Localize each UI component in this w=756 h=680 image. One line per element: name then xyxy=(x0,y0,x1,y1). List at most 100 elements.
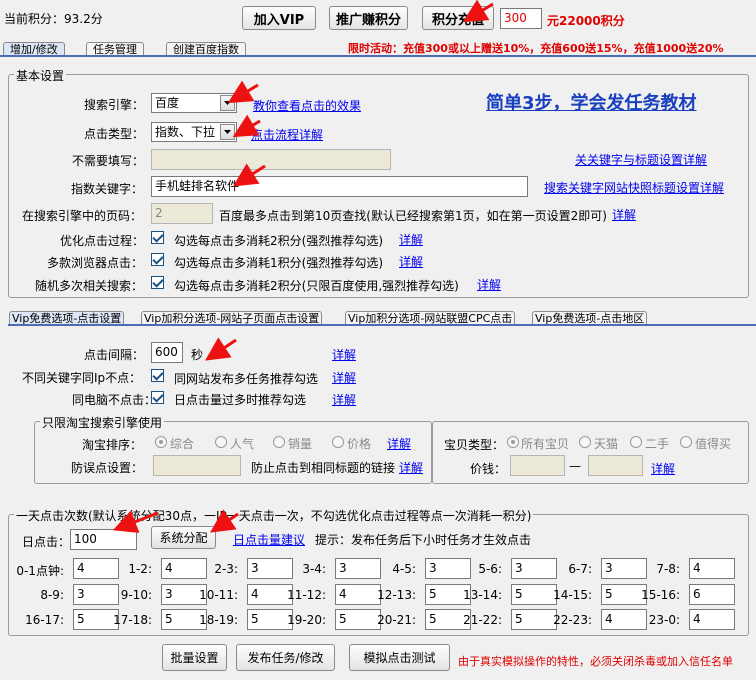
simulate-click-button[interactable]: 模拟点击测试 xyxy=(349,644,450,671)
browser-label: 多款浏览器点击： xyxy=(47,256,144,270)
item-type-label: 宝贝类型： xyxy=(444,438,505,452)
tab-vip-subpage[interactable]: Vip加积分选项-网站子页面点击设置 xyxy=(141,311,323,325)
taobao-sort-label: 淘宝排序： xyxy=(82,438,143,452)
hour-clicks-input[interactable]: 6 xyxy=(689,584,735,605)
hour-label: 8-9: xyxy=(40,588,64,602)
click-type-select[interactable]: 指数、下拉 xyxy=(151,122,237,142)
sort-radio-sales[interactable] xyxy=(273,436,285,448)
optimize-text: 勾选每点击多消耗2积分(强烈推荐勾选) xyxy=(174,234,383,248)
price-detail-link[interactable]: 详解 xyxy=(651,460,675,477)
points-label: 当前积分：93.2分 xyxy=(4,12,103,26)
item-option-tmall: 天猫 xyxy=(594,437,619,451)
join-vip-button[interactable]: 加入VIP xyxy=(242,6,316,30)
misclick-detail-link[interactable]: 详解 xyxy=(399,459,423,476)
hour-label: 22-23: xyxy=(553,613,592,627)
batch-settings-button[interactable]: 批量设置 xyxy=(162,644,227,671)
price-dash: — xyxy=(569,459,581,473)
page-input: 2 xyxy=(151,203,213,224)
tab-vip-region[interactable]: Vip免费选项-点击地区 xyxy=(532,311,648,325)
hour-label: 2-3: xyxy=(214,562,238,576)
click-flow-link[interactable]: 点击流程详解 xyxy=(251,126,323,143)
publish-task-button[interactable]: 发布任务/修改 xyxy=(236,644,335,671)
item-radio-worth-buying[interactable] xyxy=(680,436,692,448)
random-search-checkbox[interactable] xyxy=(151,276,164,289)
random-search-text: 勾选每点击多消耗2积分(只限百度使用,强烈推荐勾选) xyxy=(174,279,459,293)
recharge-button[interactable]: 积分充值 xyxy=(422,6,494,30)
browser-checkbox[interactable] xyxy=(151,253,164,266)
hour-label: 5-6: xyxy=(478,562,502,576)
tab-add-modify[interactable]: 增加/修改 xyxy=(3,42,65,56)
sort-radio-price[interactable] xyxy=(332,436,344,448)
recharge-result: 元22000积分 xyxy=(547,14,625,28)
click-type-label: 点击类型： xyxy=(84,127,145,141)
optimize-detail-link[interactable]: 详解 xyxy=(399,231,423,248)
hour-label: 23-0: xyxy=(648,613,680,627)
basic-settings-title: 基本设置 xyxy=(14,67,67,84)
item-radio-secondhand[interactable] xyxy=(630,436,642,448)
page-label: 在搜索引擎中的页码： xyxy=(22,209,143,223)
engine-select[interactable]: 百度 xyxy=(151,93,237,113)
hour-label: 3-4: xyxy=(302,562,326,576)
daily-clicks-label: 日点击： xyxy=(22,535,71,549)
tab-create-baidu-index[interactable]: 创建百度指数 xyxy=(166,42,246,56)
hour-label: 13-14: xyxy=(463,588,502,602)
taobao-group-title: 只限淘宝搜索引擎使用 xyxy=(40,414,165,431)
taobao-sort-detail-link[interactable]: 详解 xyxy=(387,435,411,452)
misclick-note: 防止点击到相同标题的链接 xyxy=(251,461,396,475)
sort-option-price: 价格 xyxy=(347,437,372,451)
random-detail-link[interactable]: 详解 xyxy=(477,276,501,293)
search-keyword-help-link[interactable]: 搜索关键字网站快照标题设置详解 xyxy=(544,179,724,196)
interval-label: 点击间隔： xyxy=(84,348,145,362)
hour-label: 19-20: xyxy=(287,613,326,627)
engine-help-link[interactable]: 教你查看点击的效果 xyxy=(253,97,361,114)
sort-option-popularity: 人气 xyxy=(230,437,255,451)
daily-suggest-link[interactable]: 日点击量建议 xyxy=(233,531,305,548)
price-min-input xyxy=(510,455,565,476)
hour-label: 10-11: xyxy=(199,588,238,602)
chevron-down-icon[interactable] xyxy=(220,95,235,111)
item-option-secondhand: 二手 xyxy=(645,437,670,451)
promo-banner: 限时活动：充值300或以上赠送10%，充值600送15%，充值1000送20% xyxy=(348,42,724,55)
chevron-down-icon[interactable] xyxy=(220,124,235,140)
hour-label: 20-21: xyxy=(377,613,416,627)
random-search-label: 随机多次相关搜索： xyxy=(35,279,144,293)
hour-label: 12-13: xyxy=(377,588,416,602)
browser-detail-link[interactable]: 详解 xyxy=(399,253,423,270)
hour-label: 15-16: xyxy=(641,588,680,602)
item-radio-all[interactable] xyxy=(507,436,519,448)
hour-label: 0-1点钟: xyxy=(16,564,64,578)
item-radio-tmall[interactable] xyxy=(579,436,591,448)
interval-input[interactable]: 600 xyxy=(151,342,183,363)
hour-label: 9-10: xyxy=(120,588,152,602)
interval-unit: 秒 xyxy=(191,348,204,362)
slogan-link[interactable]: 简单3步，学会发任务教材 xyxy=(486,89,697,115)
tab-task-manage[interactable]: 任务管理 xyxy=(86,42,144,56)
hour-clicks-input[interactable]: 4 xyxy=(689,558,735,579)
hour-label: 4-5: xyxy=(392,562,416,576)
optimize-checkbox[interactable] xyxy=(151,231,164,244)
promote-earn-button[interactable]: 推广赚积分 xyxy=(329,6,408,30)
diff-keyword-detail-link[interactable]: 详解 xyxy=(332,369,356,386)
tab-vip-click-settings[interactable]: Vip免费选项-点击设置 xyxy=(9,311,125,325)
recharge-amount-input[interactable]: 300 xyxy=(500,8,542,29)
same-pc-text: 日点击量过多时推荐勾选 xyxy=(174,393,307,407)
same-pc-detail-link[interactable]: 详解 xyxy=(332,391,356,408)
sort-option-sales: 销量 xyxy=(288,437,313,451)
diff-keyword-checkbox[interactable] xyxy=(151,369,164,382)
index-keyword-input[interactable]: 手机蛙排名软件 xyxy=(151,176,528,197)
hour-clicks-input[interactable]: 4 xyxy=(689,609,735,630)
daily-tip: 提示：发布任务后下小时任务才生效点击 xyxy=(315,533,532,547)
item-option-all: 所有宝贝 xyxy=(521,437,570,451)
system-assign-button[interactable]: 系统分配 xyxy=(151,526,216,549)
vip-tab-separator xyxy=(8,324,756,326)
keyword-title-help-link[interactable]: 关关键字与标题设置详解 xyxy=(575,151,707,168)
tab-vip-cpc[interactable]: Vip加积分选项-网站联盟CPC点击 xyxy=(345,311,516,325)
interval-detail-link[interactable]: 详解 xyxy=(332,346,356,363)
browser-text: 勾选每点击多消耗1积分(强烈推荐勾选) xyxy=(174,256,383,270)
sort-radio-popularity[interactable] xyxy=(215,436,227,448)
same-pc-checkbox[interactable] xyxy=(151,391,164,404)
page-detail-link[interactable]: 详解 xyxy=(612,206,636,223)
engine-label: 搜索引擎： xyxy=(84,98,145,112)
sort-radio-comprehensive[interactable] xyxy=(155,436,167,448)
daily-clicks-input[interactable]: 100 xyxy=(70,529,137,550)
